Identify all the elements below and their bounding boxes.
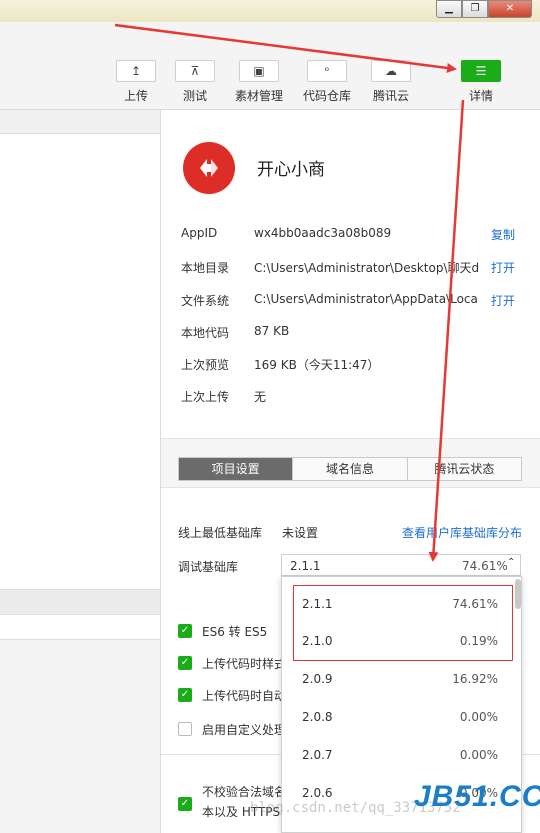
info-row-local-dir: 本地目录 C:\Users\Administrator\Desktop\聊天de… <box>181 257 526 277</box>
debug-lib-label: 调试基础库 <box>178 560 239 574</box>
info-value: 无 <box>254 390 267 404</box>
toolbar-test-button[interactable]: ⊼ 测试 <box>165 60 225 104</box>
toolbar-details-button[interactable]: ☰ 详情 <box>451 60 511 104</box>
info-label: AppID <box>181 226 218 240</box>
info-row-last-upload: 上次上传 无 <box>181 386 526 406</box>
info-label: 上次上传 <box>181 390 230 404</box>
option-percent: 0.00% <box>459 710 498 724</box>
min-lib-label: 线上最低基础库 <box>178 526 263 540</box>
checkbox-label: 不校验合法域名 <box>202 785 287 799</box>
option-percent: 0.00% <box>459 748 498 762</box>
app-name: 开心小商 <box>257 160 325 180</box>
toolbar-label: 测试 <box>182 89 207 103</box>
info-value: wx4bb0aadc3a08b089 <box>254 226 392 240</box>
left-pane-divider <box>0 589 160 615</box>
editor-area[interactable] <box>0 134 160 589</box>
checkbox-label: 上传代码时样式 <box>202 657 287 671</box>
copy-link[interactable]: 复制 <box>491 226 515 243</box>
checkbox-auto-compress[interactable]: ✓ <box>178 688 192 702</box>
open-dir-link[interactable]: 打开 <box>491 259 515 276</box>
settings-tabs: 项目设置 域名信息 腾讯云状态 <box>178 457 522 481</box>
option-version: 2.0.6 <box>302 786 333 800</box>
console-area <box>0 640 160 833</box>
info-row-local-code: 本地代码 87 KB <box>181 322 526 342</box>
info-row-file-system: 文件系统 C:\Users\Administrator\AppData\Loca… <box>181 290 526 310</box>
tab-domain-info[interactable]: 域名信息 <box>292 458 407 480</box>
info-label: 文件系统 <box>181 294 230 308</box>
branch-icon: ᵒ <box>307 60 347 82</box>
checkbox-skip-domain-check[interactable]: ✓ <box>178 797 192 811</box>
app-logo <box>183 142 235 194</box>
checkbox-es6[interactable]: ✓ <box>178 624 192 638</box>
info-value: C:\Users\Administrator\Desktop\聊天demo <box>254 261 479 275</box>
select-percent: 74.61% <box>462 559 508 573</box>
menu-icon: ☰ <box>461 60 501 82</box>
toolbar-tencent-cloud-button[interactable]: ☁ 腾讯云 <box>361 60 421 104</box>
left-pane-header <box>0 110 160 134</box>
tab-tencent-cloud-status[interactable]: 腾讯云状态 <box>406 458 521 480</box>
window-titlebar: ▁ ❐ ✕ <box>0 0 540 22</box>
option-version: 2.0.7 <box>302 748 333 762</box>
info-value: 169 KB（今天11:47） <box>254 358 380 372</box>
open-fs-link[interactable]: 打开 <box>491 292 515 309</box>
close-icon[interactable]: ✕ <box>488 0 532 18</box>
option-percent: 16.92% <box>452 672 498 686</box>
toolbar-assets-button[interactable]: ▣ 素材管理 <box>229 60 289 104</box>
toolbar-repo-button[interactable]: ᵒ 代码仓库 <box>297 60 357 104</box>
checkbox-label: ES6 转 ES5 <box>202 625 268 639</box>
toolbar: ↥ 上传 ⊼ 测试 ▣ 素材管理 ᵒ 代码仓库 ☁ 腾讯云 ☰ 详情 <box>0 22 540 110</box>
cloud-icon: ☁ <box>371 60 411 82</box>
checkbox-style-complete[interactable]: ✓ <box>178 656 192 670</box>
chevron-up-icon: ⌃ <box>507 557 516 568</box>
version-option[interactable]: 2.0.7 0.00% <box>282 736 512 774</box>
version-option[interactable]: 2.0.8 0.00% <box>282 698 512 736</box>
option-version: 2.0.9 <box>302 672 333 686</box>
scrollbar-thumb[interactable] <box>515 579 521 609</box>
option-version: 2.0.8 <box>302 710 333 724</box>
debug-lib-select[interactable]: 2.1.1 74.61% ⌃ <box>281 554 521 576</box>
checkbox-label: 启用自定义处理 <box>202 723 287 737</box>
upload-icon: ↥ <box>116 60 156 82</box>
flask-icon: ⊼ <box>175 60 215 82</box>
toolbar-upload-button[interactable]: ↥ 上传 <box>106 60 166 104</box>
min-lib-value: 未设置 <box>282 526 319 540</box>
info-value: 87 KB <box>254 324 290 338</box>
checkbox-label: 上传代码时自动 <box>202 689 287 703</box>
minimize-icon[interactable]: ▁ <box>436 0 462 18</box>
info-value: C:\Users\Administrator\AppData\Local\... <box>254 292 479 306</box>
toolbar-label: 代码仓库 <box>302 89 351 103</box>
info-label: 本地目录 <box>181 261 230 275</box>
image-icon: ▣ <box>239 60 279 82</box>
info-label: 上次预览 <box>181 358 230 372</box>
version-option[interactable]: 2.0.9 16.92% <box>282 660 512 698</box>
info-row-appid: AppID wx4bb0aadc3a08b089 复制 <box>181 224 526 244</box>
select-value: 2.1.1 <box>290 559 321 573</box>
maximize-icon[interactable]: ❐ <box>462 0 488 18</box>
checkbox-custom-process[interactable]: ✓ <box>178 722 192 736</box>
toolbar-label: 详情 <box>468 89 493 103</box>
toolbar-label: 素材管理 <box>234 89 283 103</box>
info-row-last-preview: 上次预览 169 KB（今天11:47） <box>181 354 526 374</box>
annotation-highlight-box <box>293 585 513 661</box>
toolbar-label: 上传 <box>123 89 148 103</box>
toolbar-label: 腾讯云 <box>372 89 409 103</box>
lib-distribution-link[interactable]: 查看用户库基础库分布 <box>402 524 522 541</box>
left-pane-tabbar[interactable] <box>0 615 160 640</box>
tab-project-settings[interactable]: 项目设置 <box>179 458 293 480</box>
info-label: 本地代码 <box>181 326 230 340</box>
watermark-logo: JB51.CC <box>414 780 540 813</box>
app-logo-icon <box>200 159 218 177</box>
